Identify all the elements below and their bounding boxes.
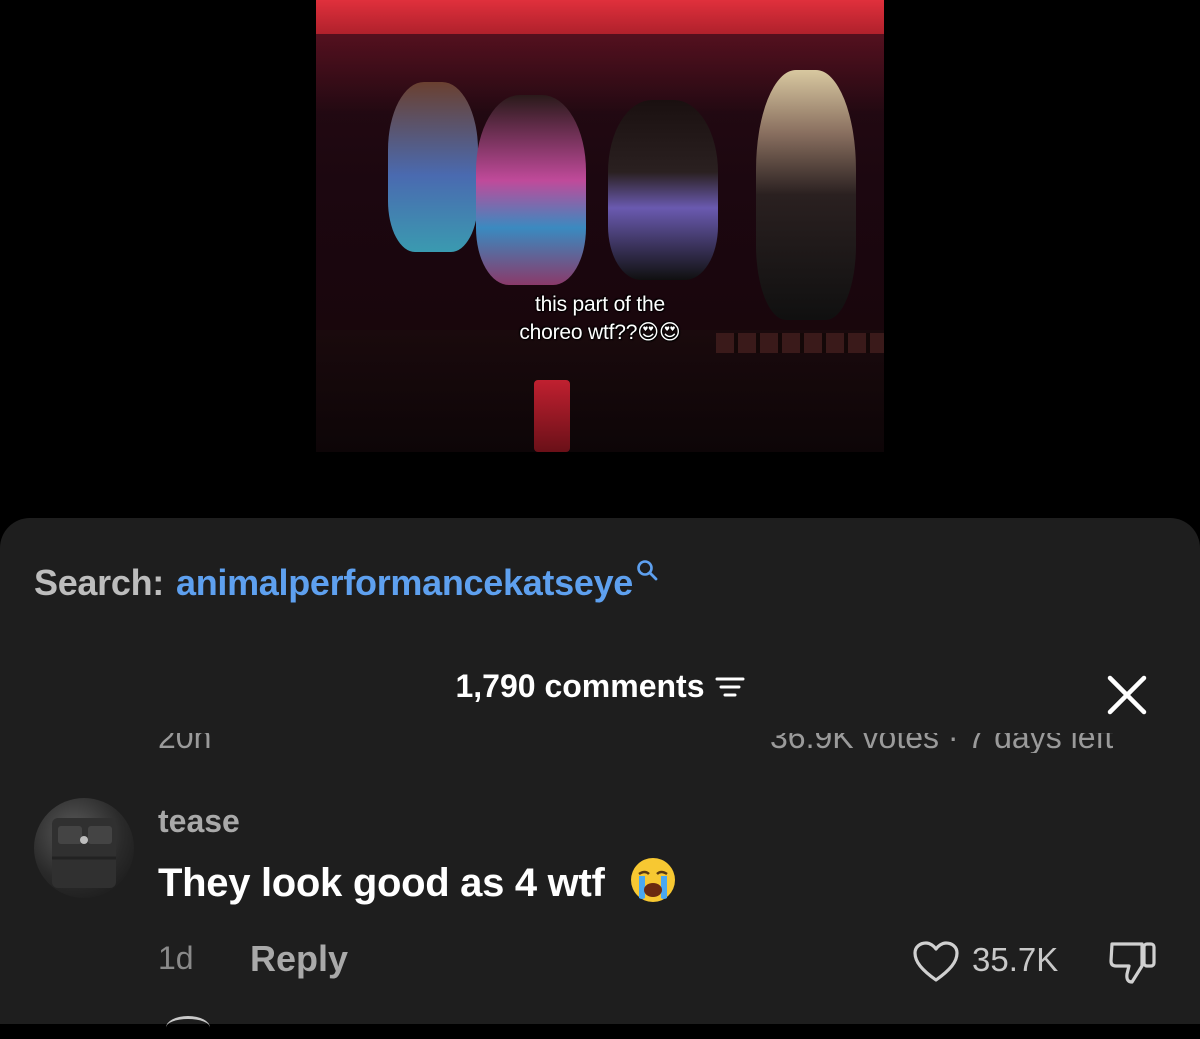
comments-count: 1,790 comments (455, 668, 705, 704)
clipped-poll-text: 36.9K votes · 7 days left (770, 733, 1114, 753)
comment-text: They look good as 4 wtf (158, 861, 605, 905)
crying-face-emoji-icon (631, 858, 676, 902)
video-caption: this part of the choreo wtf??😍😍 (316, 291, 884, 347)
dancer-figure (608, 100, 718, 280)
clipped-poll-info: 36.9K votes · 7 days left (770, 733, 1113, 753)
stage-light (316, 0, 884, 34)
avatar[interactable] (34, 798, 134, 898)
close-icon[interactable] (1104, 672, 1150, 718)
heart-icon[interactable] (912, 940, 960, 984)
search-icon (637, 560, 658, 581)
next-comment-avatar (166, 1016, 210, 1039)
search-suggestion[interactable]: Search: animalperformancekatseye (34, 560, 658, 610)
like-count: 35.7K (972, 941, 1059, 978)
dancer-figure (388, 82, 478, 252)
dancer-figure (756, 70, 856, 320)
stage-prop (534, 380, 570, 452)
clipped-time: 20h (158, 733, 211, 753)
video-player[interactable]: this part of the choreo wtf??😍😍 (316, 0, 884, 452)
reply-button[interactable]: Reply (250, 938, 348, 980)
clipped-time-text: 20h (158, 733, 212, 753)
comments-header: 1,790 comments (0, 668, 1200, 705)
comment-username[interactable]: tease (158, 803, 240, 840)
caption-line-1: this part of the (535, 293, 665, 316)
sort-filter-icon[interactable] (715, 674, 745, 700)
search-label: Search: (34, 562, 164, 603)
dancer-figure (476, 95, 586, 285)
avatar-image (52, 818, 116, 888)
search-term-link[interactable]: animalperformancekatseye (176, 562, 633, 604)
comment-time: 1d (158, 940, 194, 976)
thumbs-down-icon[interactable] (1106, 938, 1160, 986)
caption-line-2: choreo wtf??😍😍 (519, 321, 681, 344)
comment-body: They look good as 4 wtf (158, 856, 677, 906)
